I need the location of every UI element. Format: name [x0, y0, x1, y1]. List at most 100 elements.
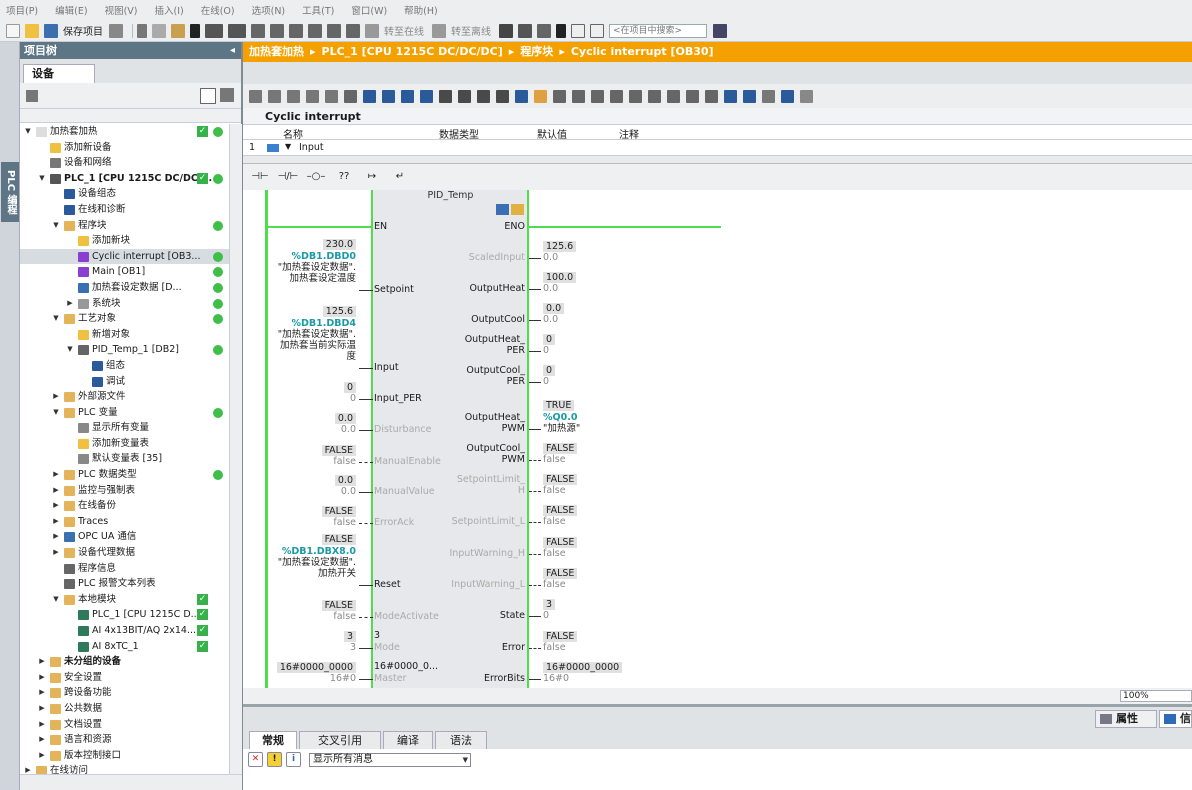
tree-item[interactable]: ▼ 程序块 [20, 218, 229, 234]
save-icon[interactable] [44, 23, 58, 38]
tab-syntax[interactable]: 语法 [435, 731, 487, 749]
editor-tool-icon[interactable] [591, 89, 604, 103]
tree-item[interactable]: ▶ 监控与强制表 [20, 483, 229, 499]
editor-tool-icon[interactable] [534, 89, 547, 103]
editor-tool-icon[interactable] [249, 89, 262, 103]
collapsed-arrow-icon[interactable]: ▶ [52, 467, 60, 483]
collapsed-arrow-icon[interactable]: ▶ [52, 498, 60, 514]
info-tab[interactable]: 信 [1159, 710, 1192, 728]
expanded-arrow-icon[interactable]: ▼ [52, 592, 60, 608]
tree-item[interactable]: ▼ 本地模块 ✓ [20, 592, 229, 608]
expanded-arrow-icon[interactable]: ▼ [52, 405, 60, 421]
close-icon[interactable] [556, 23, 566, 38]
tree-item[interactable]: ▶ 跨设备功能 [20, 685, 229, 701]
menu-item[interactable]: 在线(O) [201, 3, 235, 17]
breadcrumb-item[interactable]: 加热套加热 [249, 45, 304, 58]
collapsed-arrow-icon[interactable]: ▶ [66, 296, 74, 312]
tree-item[interactable]: PLC_1 [CPU 1215C D... ✓ [20, 607, 229, 623]
expanded-arrow-icon[interactable]: ▼ [38, 171, 46, 187]
tree-item[interactable]: 添加新块 [20, 233, 229, 249]
close-branch-icon[interactable]: ↵ [389, 170, 411, 184]
menu-item[interactable]: 窗口(W) [351, 3, 387, 17]
tree-item[interactable]: ▶ 未分组的设备 [20, 654, 229, 670]
tree-item[interactable]: ▶ 公共数据 [20, 701, 229, 717]
tree-item[interactable]: Cyclic interrupt [OB3... [20, 248, 229, 265]
tree-item[interactable]: ▶ 安全设置 [20, 670, 229, 686]
collapsed-arrow-icon[interactable]: ▶ [52, 529, 60, 545]
compile-icon[interactable] [270, 23, 284, 38]
collapsed-arrow-icon[interactable]: ▶ [52, 389, 60, 405]
save-project-button[interactable]: 保存项目 [63, 23, 103, 38]
tree-item[interactable]: ▶ 在线备份 [20, 498, 229, 514]
tree-item[interactable]: PLC 报警文本列表 [20, 576, 229, 592]
expanded-arrow-icon[interactable]: ▼ [52, 311, 60, 327]
cross-ref-icon[interactable] [518, 23, 532, 38]
project-search-input[interactable]: <在项目中搜索> [609, 23, 707, 38]
tree-item[interactable]: AI 8xTC_1 ✓ [20, 639, 229, 655]
tree-item[interactable]: ▶ 外部源文件 [20, 389, 229, 405]
collapsed-arrow-icon[interactable]: ▶ [38, 670, 46, 686]
tree-item[interactable]: 设备和网络 [20, 155, 229, 171]
accessible-icon[interactable] [346, 23, 360, 38]
simulate-icon[interactable] [327, 23, 341, 38]
empty-box-icon[interactable]: ?? [333, 170, 355, 184]
editor-tool-icon[interactable] [458, 89, 471, 103]
editor-tool-icon[interactable] [800, 89, 813, 103]
tree-item[interactable]: ▶ 文档设置 [20, 717, 229, 733]
fb-config-icon[interactable] [511, 204, 524, 215]
editor-tool-icon[interactable] [705, 89, 718, 103]
collapsed-arrow-icon[interactable]: ▶ [52, 545, 60, 561]
split-icon[interactable] [251, 23, 265, 38]
tree-item[interactable]: ▶ 版本控制接口 [20, 748, 229, 764]
editor-tool-icon[interactable] [287, 89, 300, 103]
expanded-arrow-icon[interactable]: ▼ [66, 342, 74, 358]
editor-tool-icon[interactable] [344, 89, 357, 103]
tree-view-icon[interactable] [26, 90, 38, 102]
tree-item[interactable]: 新增对象 [20, 327, 229, 343]
expanded-arrow-icon[interactable]: ▼ [24, 124, 32, 140]
editor-tool-icon[interactable] [401, 89, 414, 103]
editor-tool-icon[interactable] [667, 89, 680, 103]
editor-tool-icon[interactable] [610, 89, 623, 103]
tree-item[interactable]: ▼ PLC_1 [CPU 1215C DC/DC/... ✓ [20, 171, 229, 187]
editor-tool-icon[interactable] [762, 89, 775, 103]
delete-icon[interactable] [190, 23, 200, 38]
editor-tool-icon[interactable] [629, 89, 642, 103]
tree-item[interactable]: ▶ PLC 数据类型 [20, 467, 229, 483]
tree-item[interactable]: ▶ 语言和资源 [20, 732, 229, 748]
go-online-icon[interactable] [365, 23, 379, 38]
breadcrumb-item[interactable]: 程序块 [520, 45, 553, 58]
tree-item[interactable]: AI 4x13BIT/AQ 2x14... ✓ [20, 623, 229, 639]
menu-item[interactable]: 编辑(E) [55, 3, 87, 17]
upload-icon[interactable] [308, 23, 322, 38]
tree-item[interactable]: 程序信息 [20, 561, 229, 577]
tree-item[interactable]: ▶ Traces [20, 514, 229, 530]
nc-contact-icon[interactable]: ⊣/⊢ [277, 170, 299, 184]
tab-general[interactable]: 常规 [249, 731, 297, 749]
menu-item[interactable]: 选项(N) [252, 3, 286, 17]
go-online-button[interactable]: 转至在线 [384, 23, 424, 38]
tab-devices[interactable]: 设备 [23, 64, 95, 83]
editor-tool-icon[interactable] [686, 89, 699, 103]
tree-item[interactable]: 添加新变量表 [20, 436, 229, 452]
error-filter-icon[interactable]: ✕ [248, 752, 263, 767]
go-offline-icon[interactable] [432, 23, 446, 38]
expanded-arrow-icon[interactable]: ▼ [52, 218, 60, 234]
search-icon[interactable] [713, 23, 727, 38]
collapse-icon[interactable]: ◂ [230, 42, 235, 59]
open-branch-icon[interactable]: ↦ [361, 170, 383, 184]
tree-item[interactable]: ▶ OPC UA 通信 [20, 529, 229, 545]
tree-item[interactable]: ▼ PLC 变量 [20, 405, 229, 421]
no-contact-icon[interactable]: ⊣⊢ [249, 170, 271, 184]
interface-splitter[interactable] [243, 156, 1192, 164]
window-icon[interactable] [537, 23, 551, 38]
menu-item[interactable]: 项目(P) [6, 3, 38, 17]
tree-vertical-scrollbar[interactable] [229, 124, 242, 774]
editor-tool-icon[interactable] [382, 89, 395, 103]
undo-icon[interactable] [205, 23, 223, 38]
editor-tool-icon[interactable] [553, 89, 566, 103]
zoom-select[interactable]: 100% [1120, 690, 1192, 702]
tree-item[interactable]: 默认变量表 [35] [20, 451, 229, 467]
collapsed-arrow-icon[interactable]: ▶ [38, 748, 46, 764]
expand-icon[interactable]: ▼ [285, 142, 291, 151]
